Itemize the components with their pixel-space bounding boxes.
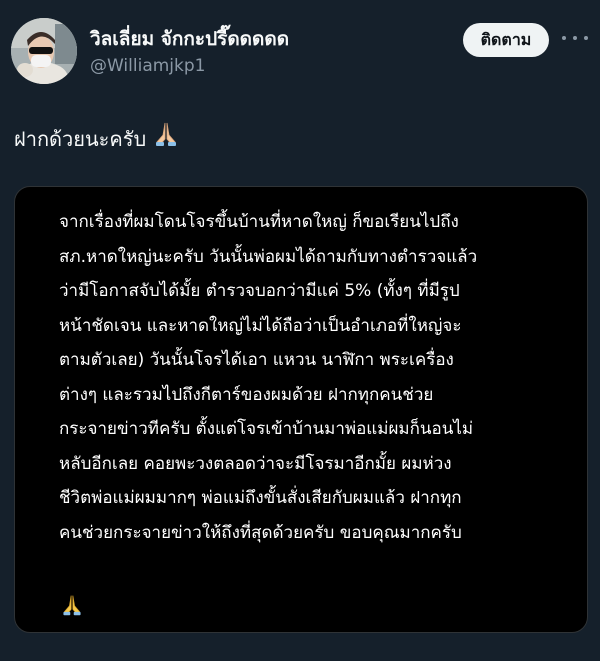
folded-hands-emoji-icon: [152, 120, 180, 157]
author-info: วิลเลี่ยม จักกะปรี๊ดดดดด @Williamjkp1: [90, 26, 289, 78]
more-dot: [573, 36, 577, 40]
more-horizontal-icon[interactable]: [562, 28, 588, 48]
more-dot: [562, 36, 566, 40]
tweet-post: วิลเลี่ยม จักกะปรี๊ดดดดด @Williamjkp1 ติ…: [0, 0, 600, 661]
display-name[interactable]: วิลเลี่ยม จักกะปรี๊ดดดดด: [90, 26, 289, 52]
image-text-line: หน้าชัดเจน และหาดใหญ่ไม่ได้ถือว่าเป็นอำเ…: [59, 315, 462, 336]
image-text-line: ชีวิตพ่อแม่ผมมากๆ พ่อแม่ถึงขั้นสั่งเสียก…: [59, 488, 462, 508]
image-text-line: คนช่วยกระจายข่าวให้ถึงที่สุดด้วยครับ ขอบ…: [59, 522, 462, 543]
avatar[interactable]: [11, 18, 77, 84]
image-text-line: ว่ามีโอกาสจับได้มั้ย ตำรวจบอกว่ามีแค่ 5%…: [59, 281, 460, 301]
tweet-text: ฝากด้วยนะครับ: [14, 120, 180, 157]
image-text-block: จากเรื่องที่ผมโดนโจรขึ้นบ้านที่หาดใหญ่ ก…: [59, 205, 477, 550]
image-text-line: สภ.หาดใหญ่นะครับ วันนั้นพ่อผมได้ถามกับทา…: [59, 246, 478, 267]
user-handle[interactable]: @Williamjkp1: [90, 54, 289, 78]
folded-hands-emoji-icon: [60, 593, 84, 621]
image-text-line: ต่างๆ และรวมไปถึงกีตาร์ของผมด้วย ฝากทุกค…: [59, 384, 434, 405]
profile-photo-icon: [11, 18, 77, 84]
image-text-line: ตามตัวเลย) วันนั้นโจรได้เอา แหวน นาฬิกา …: [59, 350, 454, 370]
attached-image[interactable]: จากเรื่องที่ผมโดนโจรขึ้นบ้านที่หาดใหญ่ ก…: [14, 186, 588, 633]
image-text-line: หลับอีกเลย คอยพะวงตลอดว่าจะมีโจรมาอีกมั้…: [59, 453, 452, 474]
tweet-text-content: ฝากด้วยนะครับ: [14, 126, 147, 151]
image-text-line: จากเรื่องที่ผมโดนโจรขึ้นบ้านที่หาดใหญ่ ก…: [59, 212, 459, 232]
image-text-line: กระจายข่าวทีครับ ตั้งแต่โจรเข้าบ้านมาพ่อ…: [59, 419, 474, 439]
follow-button[interactable]: ติดตาม: [463, 23, 549, 57]
more-dot: [584, 36, 588, 40]
